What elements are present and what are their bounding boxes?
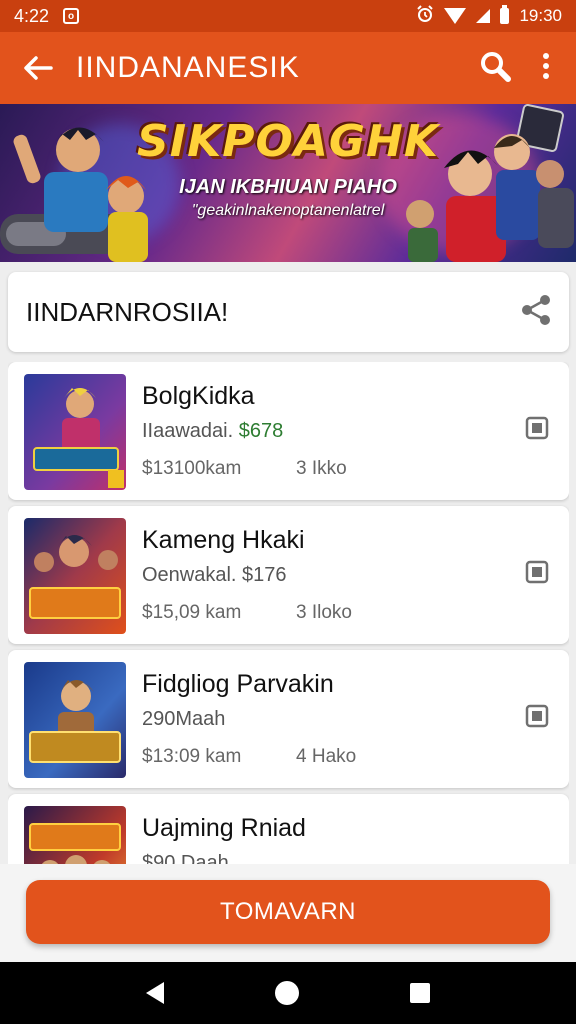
game-name: BolgKidka	[142, 382, 255, 410]
game-thumbnail	[24, 374, 126, 490]
system-nav-bar	[0, 962, 576, 1024]
list-item[interactable]: BolgKidka IIaawadai. $678 $13100kam 3 Ik…	[8, 362, 569, 500]
more-vert-icon	[543, 52, 549, 79]
nav-home-icon[interactable]	[274, 981, 299, 1005]
bookmark-icon	[525, 560, 549, 584]
search-icon	[481, 51, 511, 82]
bookmark-button[interactable]	[525, 704, 549, 733]
game-count: 3 Ikko	[296, 458, 347, 479]
banner-subtitle: IJAN IKBHIUAN PIAHO	[179, 176, 397, 198]
nav-back-icon[interactable]	[145, 982, 164, 1004]
section-title: IINDARNROSIIA!	[26, 296, 229, 327]
game-name: Kameng Hkaki	[142, 526, 305, 554]
arrow-left-icon	[24, 56, 53, 80]
battery-icon	[500, 5, 510, 24]
section-header-card: IINDARNROSIIA!	[8, 272, 569, 352]
game-name: Fidgliog Parvakin	[142, 670, 334, 698]
game-price: Oenwakal. $176	[142, 564, 287, 586]
status-time: 4:22	[14, 5, 50, 26]
game-name: Uajming Rniad	[142, 814, 306, 842]
game-distance: $15,09 kam	[142, 602, 242, 623]
app-bar: IINDANANESIK	[0, 32, 576, 104]
bookmark-button[interactable]	[525, 560, 549, 589]
game-list: BolgKidka IIaawadai. $678 $13100kam 3 Ik…	[8, 362, 569, 864]
status-bar: 4:22 o 19:30	[0, 0, 576, 32]
app-bar-actions	[478, 49, 576, 88]
game-count: 4 Hako	[296, 746, 357, 767]
banner-title: SIKPOAGHK	[137, 116, 439, 167]
search-button[interactable]	[478, 49, 512, 88]
game-distance: $13:09 kam	[142, 746, 242, 767]
bookmark-icon	[525, 416, 549, 440]
signal-icon	[476, 9, 491, 23]
list-item[interactable]: Kameng Hkaki Oenwakal. $176 $15,09 kam 3…	[8, 506, 569, 644]
price-label: IIaawadai.	[142, 420, 239, 442]
notification-icon: o	[63, 8, 80, 24]
back-button[interactable]	[0, 55, 76, 81]
bookmark-icon	[525, 704, 549, 728]
more-options-button[interactable]	[542, 52, 550, 85]
share-button[interactable]	[521, 294, 551, 331]
alarm-icon	[416, 4, 434, 28]
game-price: $90.Daah	[142, 852, 229, 864]
game-distance: $13100kam	[142, 458, 242, 479]
status-icons: 19:30	[416, 4, 562, 28]
game-thumbnail	[24, 806, 126, 864]
primary-action-button[interactable]: TOMAVARN	[26, 880, 550, 944]
game-thumbnail	[24, 662, 126, 778]
list-item[interactable]: Fidgliog Parvakin 290Maah $13:09 kam 4 H…	[8, 650, 569, 788]
bookmark-button[interactable]	[525, 416, 549, 445]
game-count: 3 Iloko	[296, 602, 352, 623]
price-value: $678	[238, 420, 284, 442]
game-thumbnail	[24, 518, 126, 634]
promo-banner[interactable]: SIKPOAGHK IJAN IKBHIUAN PIAHO "geakinlna…	[0, 104, 576, 262]
game-price: IIaawadai. $678	[142, 420, 283, 443]
share-icon	[522, 294, 550, 325]
app-title: IINDANANESIK	[76, 51, 300, 84]
wifi-icon	[444, 8, 467, 24]
nav-recents-icon[interactable]	[410, 983, 431, 1003]
list-item[interactable]: Uajming Rniad $90.Daah	[8, 794, 569, 864]
status-clock: 19:30	[519, 6, 562, 25]
banner-tagline: "geakinlnakenoptanenlatrel	[191, 202, 385, 219]
game-price: 290Maah	[142, 708, 226, 730]
